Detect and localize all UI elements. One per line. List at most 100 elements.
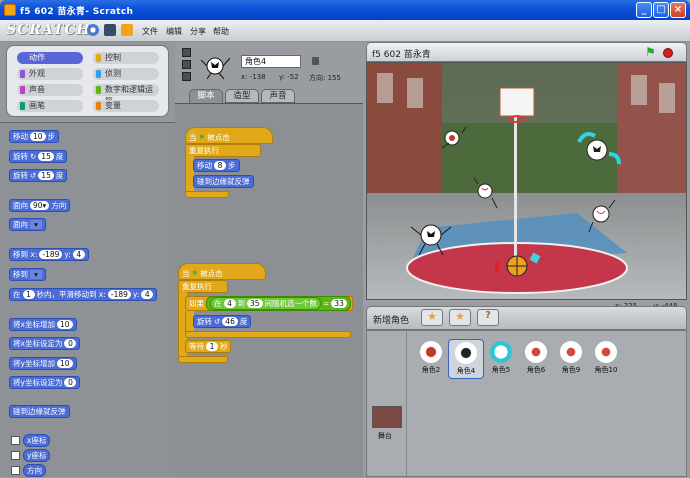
turn-left-block[interactable]: 旋转 ↺ 15 度 bbox=[9, 169, 68, 182]
move-steps-script-block[interactable]: 移动 8 步 bbox=[193, 159, 240, 172]
maximize-button[interactable]: □ bbox=[653, 2, 669, 18]
xpos-reporter[interactable]: x座标 bbox=[23, 434, 51, 447]
random-sprite-button[interactable]: ? bbox=[477, 309, 499, 326]
sprite-direction: 方向: 155 bbox=[309, 74, 341, 82]
language-globe-icon[interactable] bbox=[87, 24, 99, 36]
category-sound[interactable]: 声音 bbox=[17, 84, 83, 96]
when-flag-clicked-hat-2[interactable]: 当 ⚑ 被点击 bbox=[178, 263, 266, 280]
bounce-script-block[interactable]: 碰到边缘就反弹 bbox=[193, 175, 254, 188]
rotate-style-icon[interactable] bbox=[182, 48, 191, 57]
menu-edit[interactable]: 编辑 bbox=[166, 26, 182, 37]
scratch-app-icon bbox=[4, 4, 16, 16]
when-flag-clicked-hat[interactable]: 当 ⚑ 被点击 bbox=[185, 127, 273, 144]
sensing-color-icon bbox=[96, 70, 101, 78]
sprite-item-2[interactable]: 角色2 bbox=[413, 339, 449, 379]
close-button[interactable]: × bbox=[670, 2, 686, 18]
set-y-block[interactable]: 将y坐标设定为 0 bbox=[9, 376, 81, 389]
tab-costumes[interactable]: 造型 bbox=[225, 89, 259, 103]
category-motion[interactable]: 动作 bbox=[17, 52, 83, 64]
operators-color-icon bbox=[96, 86, 101, 94]
sprite-5-on-stage[interactable] bbox=[575, 128, 621, 172]
sprite-list: 舞台 角色2 角色4 角色5 角色6 角色9 角色10 bbox=[366, 330, 687, 478]
lock-icon[interactable] bbox=[312, 57, 319, 65]
ypos-reporter[interactable]: y座标 bbox=[23, 449, 51, 462]
tab-scripts[interactable]: 脚本 bbox=[189, 89, 223, 103]
wait-block[interactable]: 等待 1 秒 bbox=[185, 340, 231, 353]
category-looks[interactable]: 外观 bbox=[17, 68, 83, 80]
tab-sounds[interactable]: 声音 bbox=[261, 89, 295, 103]
goto-block[interactable]: 移到 ▾ bbox=[9, 268, 46, 281]
category-selector: 动作 控制 外观 侦测 声音 数字和逻辑运算 画笔 变量 bbox=[6, 45, 169, 117]
no-rotate-style-icon[interactable] bbox=[182, 72, 191, 81]
category-sensing[interactable]: 侦测 bbox=[93, 68, 159, 80]
glide-block[interactable]: 在 1 秒内，平滑移动到 x: -189 y: 4 bbox=[9, 288, 158, 301]
stop-button[interactable] bbox=[663, 48, 673, 58]
bounce-block[interactable]: 碰到边缘就反弹 bbox=[9, 405, 70, 418]
category-variables[interactable]: 变量 bbox=[93, 100, 159, 112]
goto-xy-block[interactable]: 移到 x: -189 y: 4 bbox=[9, 248, 89, 261]
new-sprite-bar: 新增角色 ★ ★ ? bbox=[366, 306, 687, 330]
set-x-block[interactable]: 将x坐标设定为 0 bbox=[9, 337, 81, 350]
forever-end bbox=[185, 191, 229, 198]
change-y-block[interactable]: 将y坐标增加 10 bbox=[9, 357, 77, 370]
save-icon[interactable] bbox=[104, 24, 116, 36]
sprite-6-thumb bbox=[525, 341, 547, 363]
stage-pane: f5 602 苗永青 ⚑ 新增角色 ★ ★ ? 舞台 角色2 角色4 角色5 角… bbox=[363, 42, 690, 478]
sprite-10-on-stage[interactable] bbox=[487, 246, 547, 286]
sprite-item-10[interactable]: 角色10 bbox=[588, 339, 624, 379]
if-block[interactable]: 如果 在 4 到 35 间随机选一个数 = 33 bbox=[185, 296, 353, 311]
point-in-direction-block[interactable]: 面向 90▾ 方向 bbox=[9, 199, 71, 212]
target-dropdown: ▾ bbox=[30, 220, 42, 229]
sprite-4-on-stage[interactable] bbox=[409, 213, 453, 257]
direction-checkbox[interactable] bbox=[11, 466, 20, 475]
new-sprite-label: 新增角色 bbox=[373, 316, 410, 326]
forever-end-2 bbox=[178, 356, 228, 363]
leftright-style-icon[interactable] bbox=[182, 60, 191, 69]
minimize-button[interactable]: _ bbox=[636, 2, 652, 18]
forever-block[interactable]: 重复执行 bbox=[185, 144, 261, 157]
variables-color-icon bbox=[96, 102, 101, 110]
menu-help[interactable]: 帮助 bbox=[213, 26, 229, 37]
sprite-item-6[interactable]: 角色6 bbox=[518, 339, 554, 379]
equals-operator[interactable]: 在 4 到 35 间随机选一个数 = 33 bbox=[206, 296, 351, 311]
category-control[interactable]: 控制 bbox=[93, 52, 159, 64]
stage-thumbnail[interactable] bbox=[372, 406, 402, 428]
category-pen[interactable]: 画笔 bbox=[17, 100, 83, 112]
direction-reporter[interactable]: 方向 bbox=[23, 464, 46, 477]
sprite-item-4[interactable]: 角色4 bbox=[448, 339, 484, 379]
green-flag-icon: ⚑ bbox=[198, 133, 206, 142]
paint-new-sprite-button[interactable]: ★ bbox=[421, 309, 443, 326]
sprite-name-input[interactable]: 角色4 bbox=[241, 55, 301, 68]
point-towards-block[interactable]: 面向 ▾ bbox=[9, 218, 46, 231]
menu-file[interactable]: 文件 bbox=[142, 26, 158, 37]
menu-bar: SCRATCH 文件 编辑 分享 帮助 ⎙ ✂ ⤢ ⤡ bbox=[0, 20, 690, 58]
rotate-ccw-icon: ↺ bbox=[30, 171, 37, 180]
window-titlebar: f5 602 苗永青- Scratch _ □ × bbox=[0, 0, 690, 20]
turn-right-block[interactable]: 旋转 ↻ 15 度 bbox=[9, 150, 68, 163]
block-palette: 动作 控制 外观 侦测 声音 数字和逻辑运算 画笔 变量 移动10步 旋转↻15… bbox=[0, 42, 175, 477]
sprite-item-5[interactable]: 角色5 bbox=[483, 339, 519, 379]
change-x-block[interactable]: 将x坐标增加 10 bbox=[9, 318, 77, 331]
share-icon[interactable] bbox=[121, 24, 133, 36]
stage-label: 舞台 bbox=[378, 432, 392, 440]
move-steps-block[interactable]: 移动 10 步 bbox=[9, 130, 60, 143]
sprite-2-on-stage[interactable] bbox=[437, 123, 467, 153]
sprite-item-9[interactable]: 角色9 bbox=[553, 339, 589, 379]
pick-random-operator[interactable]: 在 4 到 35 间随机选一个数 bbox=[210, 297, 322, 310]
turn-script-block[interactable]: 旋转 ↺ 46 度 bbox=[193, 315, 252, 328]
script-area[interactable]: 当 ⚑ 被点击 重复执行 移动 8 步 碰到边缘就反弹 当 ⚑ 被点击 重复执行 如果 在4… bbox=[175, 103, 363, 477]
rotate-cw-icon: ↻ bbox=[30, 152, 37, 161]
sprite-9-on-stage[interactable] bbox=[585, 198, 617, 234]
choose-sprite-file-button[interactable]: ★ bbox=[449, 309, 471, 326]
sprite-10-thumb bbox=[595, 341, 617, 363]
control-color-icon bbox=[96, 54, 101, 62]
sound-color-icon bbox=[20, 86, 25, 94]
stage-canvas[interactable] bbox=[366, 62, 687, 300]
xpos-checkbox[interactable] bbox=[11, 436, 20, 445]
sprite-6-on-stage[interactable] bbox=[470, 176, 500, 210]
category-operators[interactable]: 数字和逻辑运算 bbox=[93, 84, 159, 106]
green-flag-button[interactable]: ⚑ bbox=[645, 45, 656, 59]
scratch-logo: SCRATCH bbox=[6, 22, 91, 38]
menu-share[interactable]: 分享 bbox=[190, 26, 206, 37]
ypos-checkbox[interactable] bbox=[11, 451, 20, 460]
